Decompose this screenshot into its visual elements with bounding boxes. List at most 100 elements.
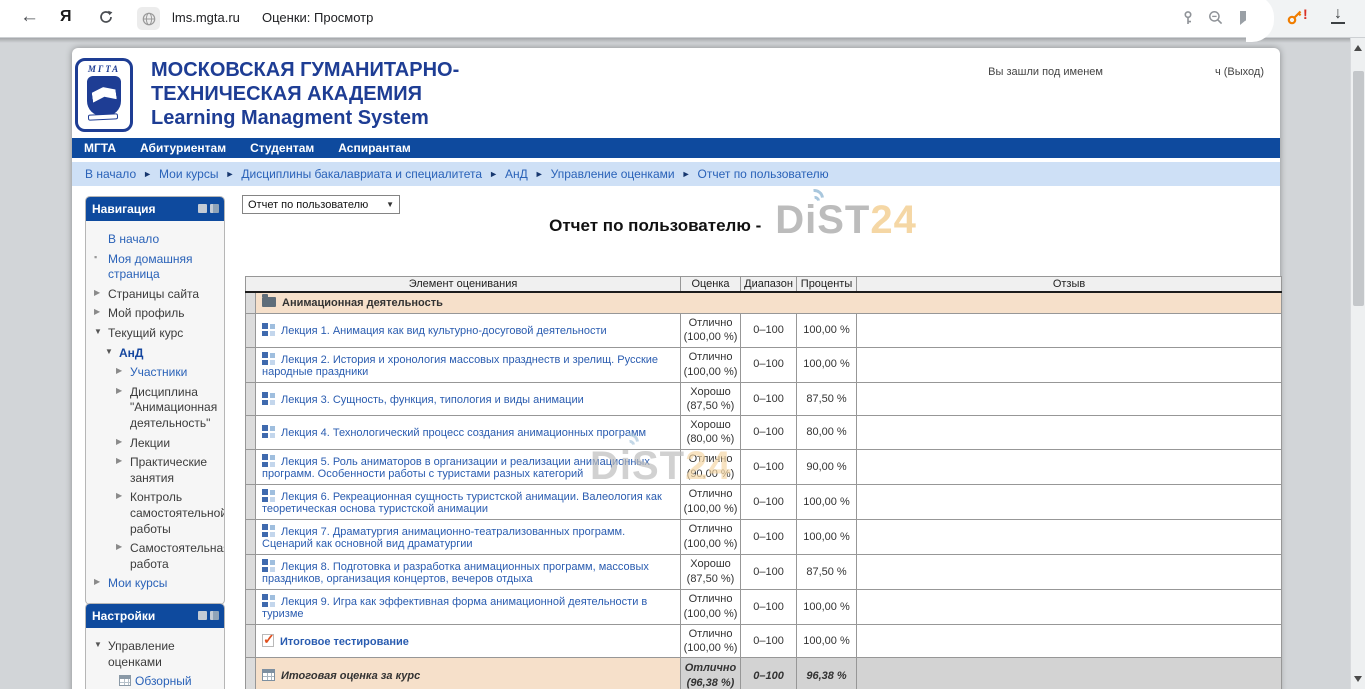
grade-cell: Отлично(100,00 %) — [681, 314, 741, 348]
dock-block-icon[interactable] — [210, 204, 219, 213]
collapse-block-icon[interactable] — [198, 611, 207, 620]
sidebar-item[interactable]: ▶Мой профиль — [94, 306, 220, 322]
triangle-right-icon[interactable]: ▶ — [116, 366, 122, 376]
lesson-icon — [262, 524, 275, 537]
course-total-row: Итоговая оценка за курсОтлично(96,38 %)0… — [246, 658, 1282, 689]
sidebar-item-label: Текущий курс — [108, 326, 183, 340]
site-title: МОСКОВСКАЯ ГУМАНИТАРНО- ТЕХНИЧЕСКАЯ АКАД… — [151, 58, 459, 130]
triangle-right-icon[interactable]: ▶ — [116, 386, 122, 396]
back-icon[interactable]: ← — [20, 6, 39, 28]
url-text[interactable]: lms.mgta.ru — [172, 10, 240, 25]
sidebar-item[interactable]: ▶Самостоятельная работа — [116, 541, 220, 572]
grade-item-link[interactable]: Лекция 4. Технологический процесс создан… — [281, 427, 646, 439]
sidebar-item[interactable]: ▼АнД — [105, 346, 220, 362]
sidebar-item[interactable]: Обзорный отчет — [105, 674, 220, 689]
triangle-right-icon[interactable]: ▶ — [94, 577, 100, 587]
range-cell: 0–100 — [741, 382, 797, 416]
navbar-item[interactable]: МГТА — [84, 141, 116, 155]
alert-badge: ! — [1303, 6, 1308, 22]
sidebar-item[interactable]: ▶Лекции — [116, 436, 220, 452]
site-page: МГТА МОСКОВСКАЯ ГУМАНИТАРНО- ТЕХНИЧЕСКАЯ… — [72, 48, 1280, 689]
sidebar-item[interactable]: ▪Моя домашняя страница — [94, 252, 220, 283]
logout-link[interactable]: ч (Выход) — [1215, 66, 1264, 78]
collapse-block-icon[interactable] — [198, 204, 207, 213]
breadcrumb-link[interactable]: АнД — [505, 167, 528, 181]
breadcrumb-link[interactable]: Дисциплины бакалавриата и специалитета — [241, 167, 482, 181]
breadcrumb-separator-icon: ► — [489, 169, 498, 179]
triangle-down-icon[interactable]: ▼ — [94, 640, 102, 650]
grade-item-link[interactable]: Лекция 3. Сущность, функция, типология и… — [281, 394, 584, 406]
breadcrumb-separator-icon: ► — [682, 169, 691, 179]
lesson-icon — [262, 454, 275, 467]
page-top-shadow — [0, 38, 1350, 43]
sidebar-item-label: Самостоятельная работа — [130, 541, 225, 571]
triangle-right-icon[interactable]: ▶ — [94, 288, 100, 298]
breadcrumb-link[interactable]: Отчет по пользователю — [698, 167, 829, 181]
triangle-down-icon[interactable]: ▼ — [105, 347, 113, 357]
sidebar-item[interactable]: ▶Контроль самостоятельной работы — [116, 490, 220, 537]
scroll-up-arrow[interactable] — [1354, 45, 1362, 51]
breadcrumb-separator-icon: ► — [143, 169, 152, 179]
navigation-block-title: Навигация — [92, 202, 156, 216]
col-header-grade: Оценка — [681, 277, 741, 293]
triangle-down-icon[interactable]: ▼ — [94, 327, 102, 337]
sidebar-item[interactable]: ▶Мои курсы — [94, 576, 220, 592]
lesson-icon — [262, 425, 275, 438]
reload-icon[interactable] — [98, 9, 114, 30]
breadcrumb-link[interactable]: Мои курсы — [159, 167, 218, 181]
grade-item-link[interactable]: Лекция 9. Игра как эффективная форма ани… — [262, 596, 647, 620]
sidebar-item[interactable]: ▶Дисциплина "Анимационная деятельность" — [116, 385, 220, 432]
sidebar-item-label: В начало — [108, 232, 159, 246]
grade-item-link[interactable]: Лекция 6. Рекреационная сущность туристс… — [262, 491, 662, 515]
breadcrumb-link[interactable]: Управление оценками — [551, 167, 675, 181]
indent-cell — [246, 449, 256, 484]
item-name-cell: Лекция 3. Сущность, функция, типология и… — [256, 382, 681, 416]
percent-cell: 80,00 % — [797, 416, 857, 450]
heading-row: Отчет по пользователю - DiST24 — [245, 200, 1281, 240]
sidebar-item[interactable]: ▼ Текущий курс — [94, 326, 220, 342]
triangle-right-icon[interactable]: ▶ — [94, 307, 100, 317]
grade-item-link[interactable]: Лекция 2. История и хронология массовых … — [262, 354, 658, 378]
triangle-right-icon[interactable]: ▶ — [116, 491, 122, 501]
grade-item-link[interactable]: Лекция 7. Драматургия анимационно-театра… — [262, 526, 625, 550]
scroll-down-arrow[interactable] — [1354, 676, 1362, 682]
sidebar-item[interactable]: В начало — [94, 232, 220, 248]
login-status: Вы зашли под именемч (Выход) — [988, 66, 1264, 78]
yandex-icon[interactable]: Я — [60, 8, 72, 26]
table-row: Лекция 8. Подготовка и разработка анимац… — [246, 554, 1282, 589]
grade-item-link[interactable]: Лекция 8. Подготовка и разработка анимац… — [262, 561, 649, 585]
range-cell: 0–100 — [741, 589, 797, 624]
navbar-item[interactable]: Студентам — [250, 141, 314, 155]
range-cell: 0–100 — [741, 554, 797, 589]
site-globe-icon[interactable] — [137, 7, 160, 30]
dock-block-icon[interactable] — [210, 611, 219, 620]
password-key-icon[interactable] — [1180, 10, 1196, 31]
category-row: Анимационная деятельность — [246, 292, 1282, 314]
percent-cell: 100,00 % — [797, 314, 857, 348]
percent-cell: 90,00 % — [797, 449, 857, 484]
triangle-right-icon[interactable]: ▶ — [116, 437, 122, 447]
grade-item-link[interactable]: Лекция 5. Роль аниматоров в организации … — [262, 456, 650, 480]
vertical-scrollbar[interactable] — [1350, 38, 1365, 689]
grade-item-link[interactable]: Итоговое тестирование — [280, 636, 409, 648]
download-icon[interactable]: ↓ — [1330, 5, 1346, 23]
sidebar-item[interactable]: ▼Управление оценками — [94, 639, 220, 670]
calculator-icon — [262, 669, 275, 681]
indent-cell — [246, 416, 256, 450]
breadcrumb-separator-icon: ► — [225, 169, 234, 179]
password-alert-key-icon[interactable] — [1286, 8, 1304, 31]
grade-item-link[interactable]: Лекция 1. Анимация как вид культурно-дос… — [281, 325, 607, 337]
indent-cell — [246, 292, 256, 314]
navbar-item[interactable]: Абитуриентам — [140, 141, 226, 155]
zoom-icon[interactable] — [1208, 10, 1224, 31]
scrollbar-thumb[interactable] — [1353, 71, 1364, 306]
breadcrumb: В начало ► Мои курсы ► Дисциплины бакалавриа… — [72, 162, 1280, 186]
sidebar-item[interactable]: ▶Практические занятия — [116, 455, 220, 486]
triangle-right-icon[interactable]: ▶ — [116, 542, 122, 552]
navbar-item[interactable]: Аспирантам — [338, 141, 411, 155]
triangle-right-icon[interactable]: ▶ — [116, 456, 122, 466]
sidebar-item[interactable]: ▶Страницы сайта — [94, 287, 220, 303]
sidebar-item[interactable]: ▶Участники — [116, 365, 220, 381]
table-row: Итоговое тестирование Отлично(100,00 %) … — [246, 624, 1282, 658]
breadcrumb-link[interactable]: В начало — [85, 167, 136, 181]
